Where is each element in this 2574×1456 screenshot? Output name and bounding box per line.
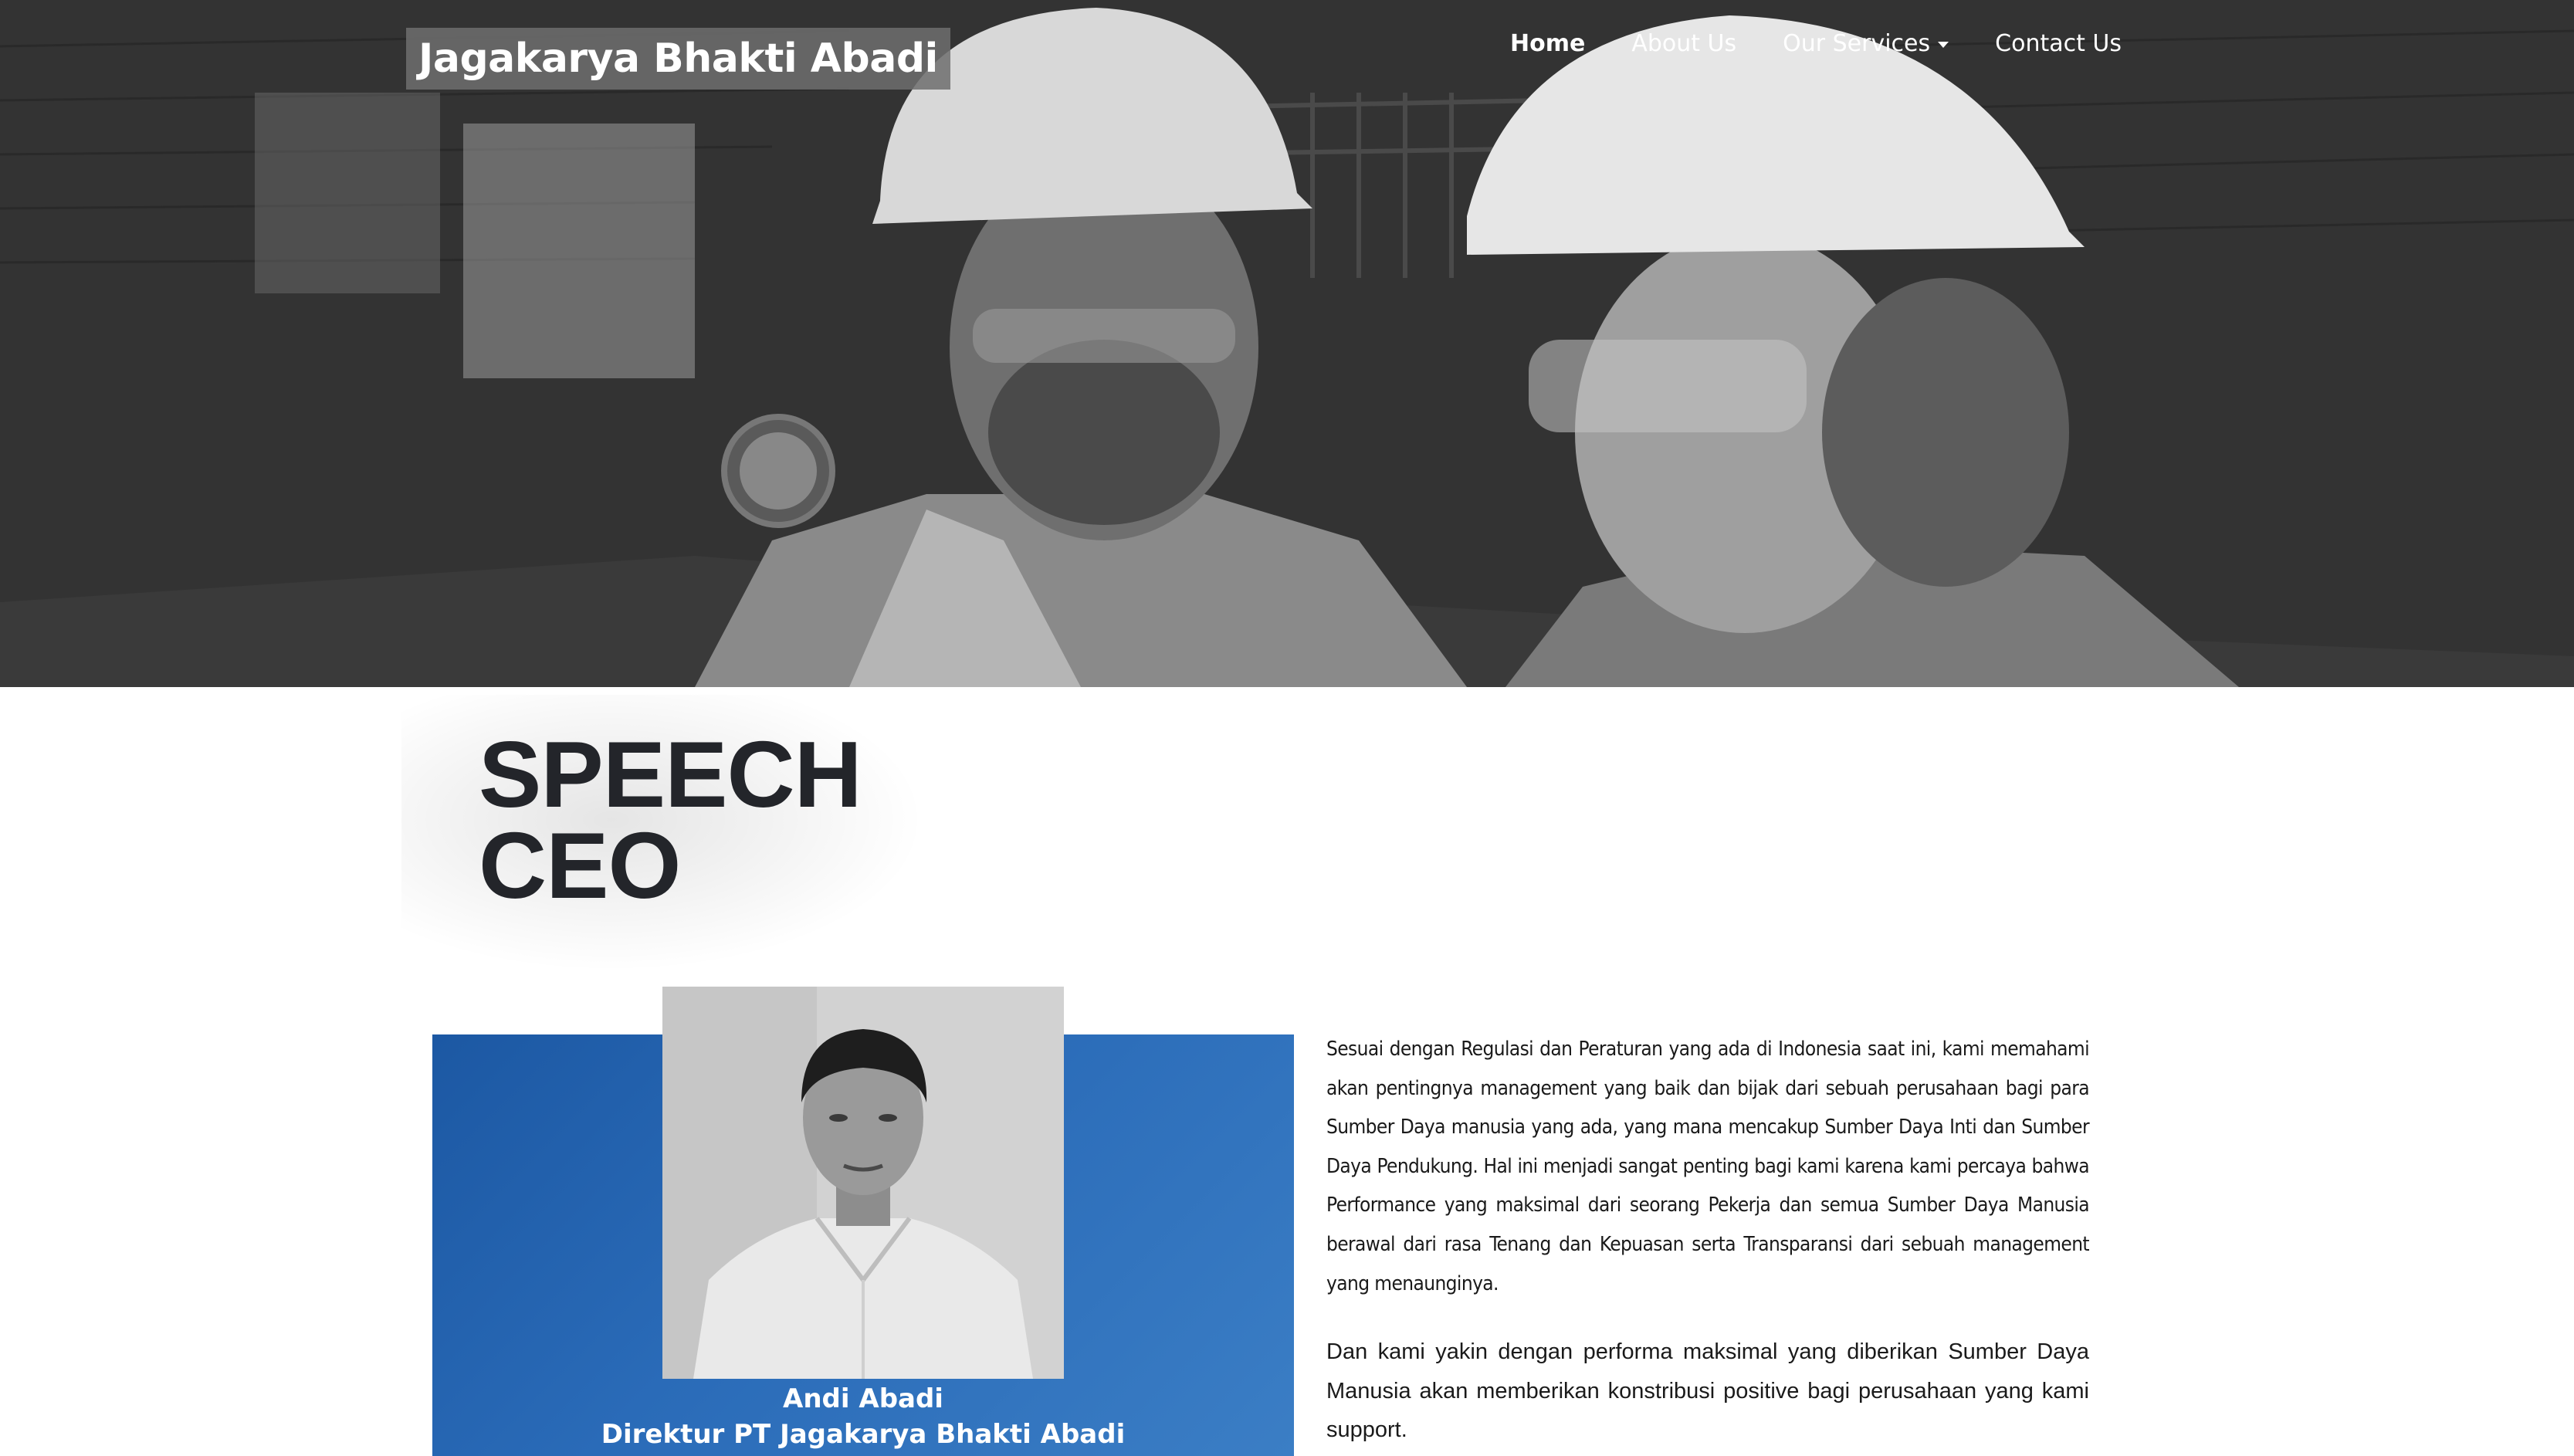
ceo-title: Direktur PT Jagakarya Bhakti Abadi (601, 1419, 1126, 1450)
heading-line-2: CEO (479, 813, 681, 918)
nav-home-label: Home (1509, 29, 1586, 57)
nav-about-us[interactable]: About Us (1631, 30, 1736, 57)
nav-our-services-label: Our Services (1783, 29, 1931, 57)
caret-down-icon (1938, 42, 1949, 48)
heading-line-1: SPEECH (479, 722, 862, 827)
hero-image (0, 0, 2574, 687)
ceo-name: Andi Abadi (783, 1383, 943, 1414)
nav-about-us-label: About Us (1631, 29, 1737, 57)
brand-logo[interactable]: Jagakarya Bhakti Abadi (406, 28, 950, 90)
nav-contact-us-label: Contact Us (1995, 29, 2122, 57)
nav-home[interactable]: Home (1510, 30, 1585, 57)
page: Jagakarya Bhakti Abadi Home About Us Our… (0, 0, 2574, 1456)
speech-paragraph-1: Sesuai dengan Regulasi dan Peraturan yan… (1326, 1038, 2090, 1295)
section-heading: SPEECH CEO (401, 695, 926, 973)
ceo-photo (662, 987, 1064, 1379)
speech-paragraph-2: Dan kami yakin dengan performa maksimal … (1326, 1339, 2089, 1443)
main-nav: Home About Us Our Services Contact Us (1510, 28, 2122, 59)
hero-banner: Jagakarya Bhakti Abadi Home About Us Our… (0, 0, 2574, 687)
ceo-portrait-image (662, 987, 1064, 1379)
speech-text: Sesuai dengan Regulasi dan Peraturan yan… (1326, 1030, 2090, 1450)
nav-contact-us[interactable]: Contact Us (1995, 30, 2122, 57)
nav-our-services[interactable]: Our Services (1783, 30, 1949, 57)
